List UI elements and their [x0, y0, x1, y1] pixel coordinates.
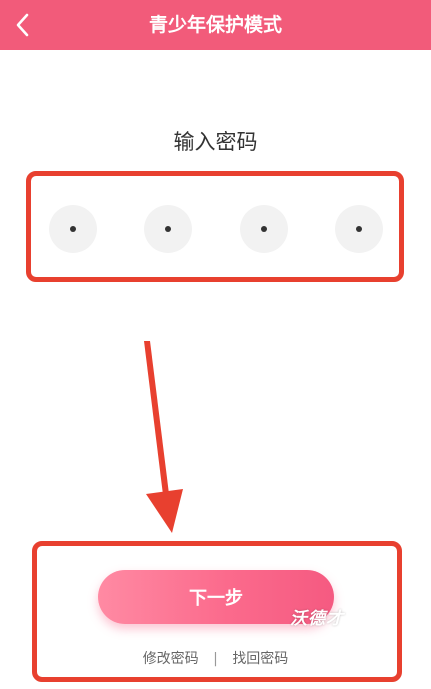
link-separator: | — [213, 651, 218, 667]
watermark: 沃德才 — [290, 609, 344, 629]
password-links: 修改密码 | 找回密码 — [0, 648, 431, 668]
recover-password-link[interactable]: 找回密码 — [232, 651, 288, 667]
modify-password-link[interactable]: 修改密码 — [143, 651, 199, 667]
